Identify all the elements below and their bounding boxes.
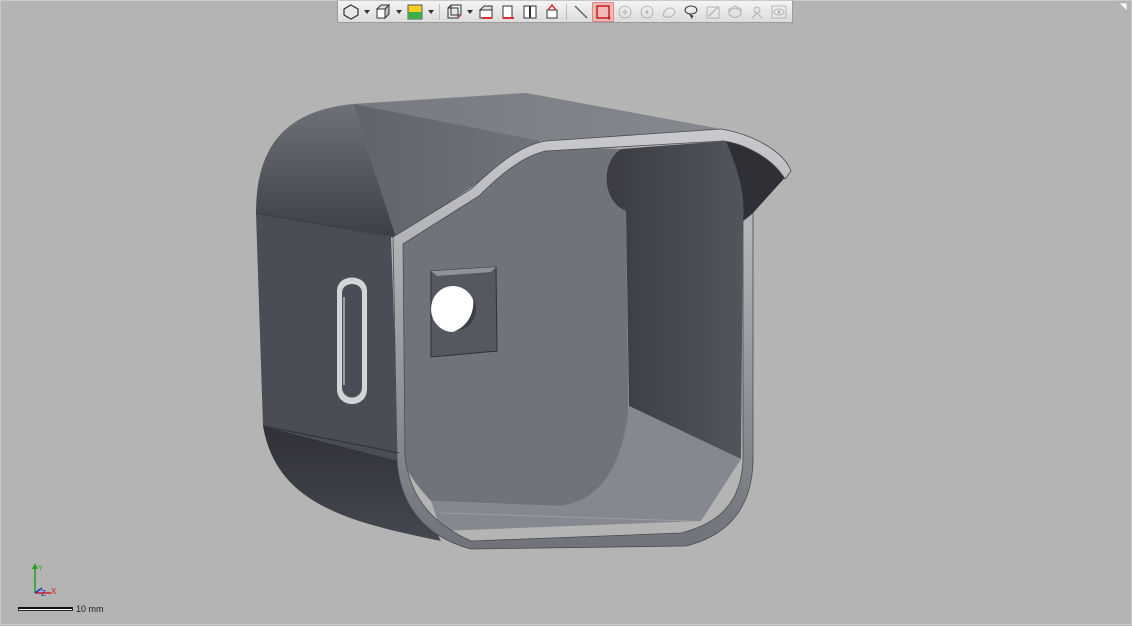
point-tool-button[interactable]: [614, 2, 636, 22]
curve-tool-button[interactable]: [658, 2, 680, 22]
rotate-view-button[interactable]: [724, 2, 746, 22]
coordinate-triad: Y Z X: [27, 563, 67, 601]
chevron-down-icon: [467, 9, 473, 14]
scale-bar-label: 10 mm: [76, 604, 104, 614]
view-toolbar: [337, 1, 793, 23]
appearance-dropdown[interactable]: [426, 2, 436, 22]
box-select-button[interactable]: [592, 1, 614, 22]
section-view-button[interactable]: [443, 2, 465, 22]
outer-left-face: [256, 213, 399, 461]
visibility-button[interactable]: [768, 2, 790, 22]
section-box-icon: [447, 4, 462, 18]
part-model[interactable]: [1, 1, 1132, 626]
measure-icon: [546, 3, 558, 18]
rotate-cube-icon: [728, 4, 742, 19]
circle-plus-icon: [618, 5, 632, 18]
resize-corner-icon[interactable]: [1119, 3, 1127, 11]
toolbar-divider: [439, 3, 440, 20]
triad-y-label: Y: [38, 565, 43, 572]
split-panel-icon: [523, 5, 537, 18]
cube-hexagon-icon: [343, 3, 359, 20]
front-view-button[interactable]: [475, 2, 497, 22]
box-select-icon: [596, 4, 611, 19]
lasso-select-button[interactable]: [680, 2, 702, 22]
triad-z-label: Z: [41, 589, 46, 598]
3d-viewport[interactable]: Y Z X 10 mm: [0, 0, 1132, 625]
circle-target-icon: [640, 5, 654, 18]
chevron-down-icon: [428, 9, 434, 14]
view-orientation-button[interactable]: [340, 2, 362, 22]
line-tool-button[interactable]: [570, 2, 592, 22]
front-face-icon: [478, 5, 493, 19]
curve-icon: [662, 6, 676, 18]
explode-icon: [751, 6, 763, 18]
shaded-cube-icon: [375, 3, 391, 19]
section-view-dropdown[interactable]: [465, 2, 475, 22]
split-view-button[interactable]: [519, 2, 541, 22]
measure-button[interactable]: [541, 2, 563, 22]
explode-button[interactable]: [746, 2, 768, 22]
display-style-button[interactable]: [372, 2, 394, 22]
side-view-button[interactable]: [497, 2, 519, 22]
line-icon: [574, 4, 588, 19]
eye-icon: [771, 5, 787, 18]
markup-pen-icon: [706, 5, 720, 18]
display-style-dropdown[interactable]: [394, 2, 404, 22]
toolbar-divider: [566, 3, 567, 20]
lasso-icon: [684, 5, 698, 19]
center-tool-button[interactable]: [636, 2, 658, 22]
chevron-down-icon: [396, 9, 402, 14]
axis-triad-icon: Y Z X: [32, 563, 57, 598]
triad-x-label: X: [51, 587, 57, 596]
color-square-icon: [407, 4, 423, 19]
chevron-down-icon: [364, 9, 370, 14]
appearance-button[interactable]: [404, 2, 426, 22]
scale-bar: 10 mm: [18, 603, 104, 615]
side-face-icon: [502, 5, 514, 19]
view-orientation-dropdown[interactable]: [362, 2, 372, 22]
markup-button[interactable]: [702, 2, 724, 22]
scale-bar-graphic: [18, 607, 73, 611]
